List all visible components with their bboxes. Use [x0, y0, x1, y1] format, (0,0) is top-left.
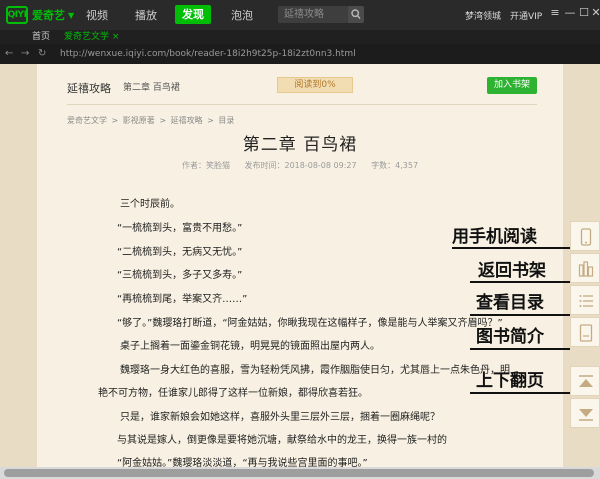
- paragraph: 三个时辰前。: [120, 199, 180, 210]
- page-down-button[interactable]: [570, 398, 600, 428]
- list-icon: [579, 295, 593, 307]
- paragraph: 与其说是嫁人，倒更像是要将她沉塘，献祭给水中的龙王，换得一族一村的: [117, 435, 447, 446]
- vip-link[interactable]: 开通VIP: [510, 9, 542, 22]
- book-intro-icon: [579, 324, 593, 342]
- view-catalog-button[interactable]: [570, 285, 600, 315]
- minimize-icon[interactable]: —: [563, 6, 577, 19]
- header-divider: [67, 104, 537, 105]
- annotation-line: [470, 348, 570, 350]
- publish-time: 发布时间：2018-08-08 09:27: [244, 161, 357, 170]
- breadcrumb-item[interactable]: 爱奇艺文学: [67, 116, 107, 125]
- read-on-phone-button[interactable]: [570, 221, 600, 251]
- breadcrumb-sep: >: [111, 116, 119, 125]
- tab-iqiyi-literature[interactable]: 爱奇艺文学 ×: [64, 31, 119, 44]
- book-title[interactable]: 延禧攻略: [67, 80, 111, 96]
- forward-icon[interactable]: →: [21, 48, 29, 59]
- refresh-icon[interactable]: ↻: [38, 48, 46, 59]
- annotation-line: [470, 314, 570, 316]
- breadcrumb-sep: >: [207, 116, 214, 125]
- bookshelf-icon: [578, 261, 594, 277]
- paragraph: “一梳梳到头，富贵不用愁。”: [117, 223, 243, 234]
- search-icon: [351, 9, 361, 20]
- horizontal-scrollbar[interactable]: [0, 467, 600, 479]
- annotation-page-turn: 上下翻页: [476, 371, 544, 391]
- breadcrumb-item[interactable]: 影视原著: [123, 116, 155, 125]
- annotation-view-catalog: 查看目录: [476, 293, 544, 313]
- annotation-line: [470, 392, 570, 394]
- page-up-icon: [579, 375, 593, 387]
- logo-text: 爱奇艺: [32, 9, 65, 22]
- author: 作者：笑脸猫: [181, 161, 230, 170]
- annotation-back-to-shelf: 返回书架: [478, 261, 546, 281]
- close-icon[interactable]: ✕: [589, 6, 600, 19]
- paragraph: “够了。”魏璎珞打断道，“阿金姑姑，你瞅我现在这幅样子，像是能与人举案又齐眉吗？…: [117, 318, 503, 329]
- back-icon[interactable]: ←: [5, 48, 13, 59]
- paragraph: “三梳梳到头，多子又多寿。”: [117, 270, 243, 281]
- annotation-line: [470, 281, 570, 283]
- paragraph: “阿金姑姑。”魏璎珞淡淡道，“再与我说些宫里面的事吧。”: [117, 458, 368, 467]
- paragraph: “再梳梳到尾，举案又齐……”: [117, 294, 248, 305]
- search-input[interactable]: 延禧攻略: [278, 6, 348, 23]
- annotation-book-intro: 图书简介: [476, 327, 544, 347]
- address-bar: ← → ↻ http://wenxue.iqiyi.com/book/reade…: [0, 44, 600, 64]
- word-count: 字数：4,357: [371, 161, 419, 170]
- tab-home[interactable]: 首页: [32, 31, 50, 44]
- chapter-title: 第二章 百鸟裙: [242, 135, 358, 155]
- paragraph: 只是，谁家新娘会如她这样，喜服外头里三层外三层，捆着一圈麻绳呢？: [120, 412, 440, 423]
- url-field[interactable]: http://wenxue.iqiyi.com/book/reader-18i2…: [60, 49, 356, 59]
- phone-icon: [580, 228, 592, 246]
- nav-discover[interactable]: 发现: [175, 5, 211, 24]
- chapter-meta: 作者：笑脸猫 发布时间：2018-08-08 09:27 字数：4,357: [37, 160, 563, 171]
- breadcrumb-item[interactable]: 目录: [218, 116, 234, 125]
- nav-play[interactable]: 播放: [135, 7, 157, 23]
- breadcrumb: 爱奇艺文学 > 影视原著 > 延禧攻略 > 目录: [67, 115, 236, 126]
- book-intro-button[interactable]: [570, 317, 600, 347]
- menu-icon[interactable]: ≡: [548, 6, 562, 19]
- user-name[interactable]: 梦湾领城: [465, 9, 501, 22]
- paragraph: 艳不可方物，任谁家儿郎得了这样一位新娘，都得欣喜若狂。: [98, 388, 368, 399]
- page-up-button[interactable]: [570, 366, 600, 396]
- breadcrumb-sep: >: [159, 116, 167, 125]
- paragraph: 桌子上搁着一面鎏金铜花镜，明晃晃的镜面照出屋内两人。: [120, 341, 380, 352]
- annotation-read-on-phone: 用手机阅读: [452, 227, 537, 247]
- chevron-down-icon[interactable]: ▼: [68, 11, 74, 20]
- breadcrumb-item[interactable]: 延禧攻略: [171, 116, 203, 125]
- nav-video[interactable]: 视频: [86, 7, 108, 23]
- logo-mark: QIYI: [6, 6, 28, 24]
- current-chapter: 第二章 百鸟裙: [123, 83, 180, 93]
- reading-progress: 阅读到0%: [277, 77, 353, 93]
- iqiyi-logo[interactable]: QIYI 爱奇艺 ▼: [6, 5, 74, 25]
- nav-bubble[interactable]: 泡泡: [231, 7, 253, 23]
- paragraph: “二梳梳到头，无病又无忧。”: [117, 247, 243, 258]
- scrollbar-thumb[interactable]: [4, 469, 594, 477]
- paragraph: 魏璎珞一身大红色的喜服，雪为轻粉凭风拂，霞作胭脂使日匀，尤其唇上一点朱色丹，明: [120, 365, 510, 376]
- tab-bar: 首页 爱奇艺文学 ×: [0, 30, 600, 44]
- page-down-icon: [579, 409, 593, 421]
- app-top-bar: QIYI 爱奇艺 ▼ 视频 播放 发现 泡泡 延禧攻略 梦湾领城 开通VIP ≡…: [0, 0, 600, 30]
- annotation-line: [452, 247, 570, 249]
- search-button[interactable]: [348, 6, 364, 23]
- back-to-shelf-button[interactable]: [570, 253, 600, 283]
- add-to-shelf-button[interactable]: 加入书架: [487, 77, 537, 94]
